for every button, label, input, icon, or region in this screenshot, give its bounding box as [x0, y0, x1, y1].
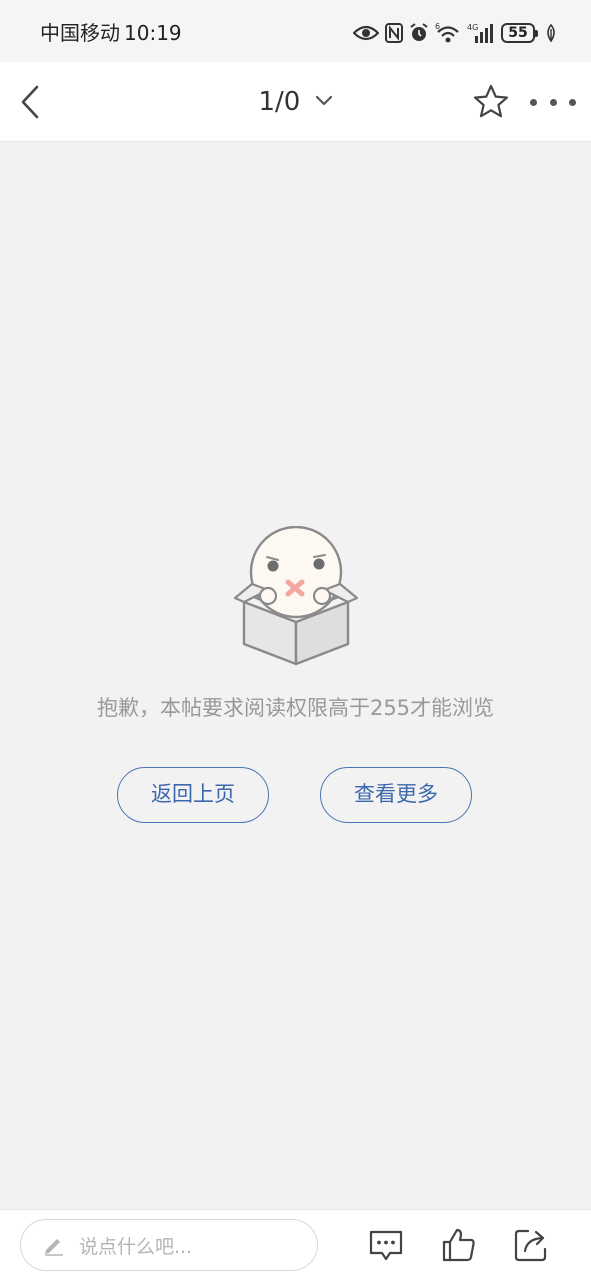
carrier-name: 中国移动: [40, 21, 120, 45]
more-dot: [549, 98, 557, 106]
svg-text:4G: 4G: [467, 23, 478, 32]
wifi-icon: 6: [435, 22, 459, 43]
nfc-icon: [385, 23, 403, 43]
back-page-button[interactable]: 返回上页: [117, 767, 269, 823]
leaf-icon: [547, 24, 555, 42]
favorite-button[interactable]: [472, 83, 510, 121]
alarm-icon: [410, 23, 428, 41]
signal-icon: 4G: [467, 23, 493, 43]
status-time: 10:19: [124, 21, 182, 45]
more-dot: [530, 98, 537, 106]
more-icon[interactable]: [530, 90, 576, 114]
bottom-bar: 说点什么吧...: [0, 1209, 591, 1281]
more-dot: [569, 98, 576, 106]
battery-icon: 55: [501, 23, 538, 43]
status-left: 中国移动 10:19: [40, 19, 182, 47]
eye-icon: [353, 25, 379, 41]
box-character-illustration: [233, 526, 359, 666]
comment-input[interactable]: 说点什么吧...: [20, 1219, 318, 1271]
share-icon[interactable]: [513, 1227, 549, 1263]
page-indicator-text: 1/0: [258, 87, 301, 117]
like-icon[interactable]: [441, 1227, 477, 1263]
nav-bar: 1/0: [0, 62, 591, 142]
permission-message: 抱歉，本帖要求阅读权限高于255才能浏览: [96, 696, 495, 720]
see-more-button[interactable]: 查看更多: [320, 767, 472, 823]
pencil-icon: [45, 1239, 63, 1256]
comment-icon[interactable]: [368, 1227, 404, 1263]
chevron-down-icon: [315, 95, 332, 105]
star-icon: [473, 84, 509, 118]
status-bar: 中国移动 10:19 6 4G 55: [0, 0, 591, 62]
comment-placeholder: 说点什么吧...: [79, 1235, 193, 1258]
status-icons: 6 4G 55: [353, 20, 557, 46]
